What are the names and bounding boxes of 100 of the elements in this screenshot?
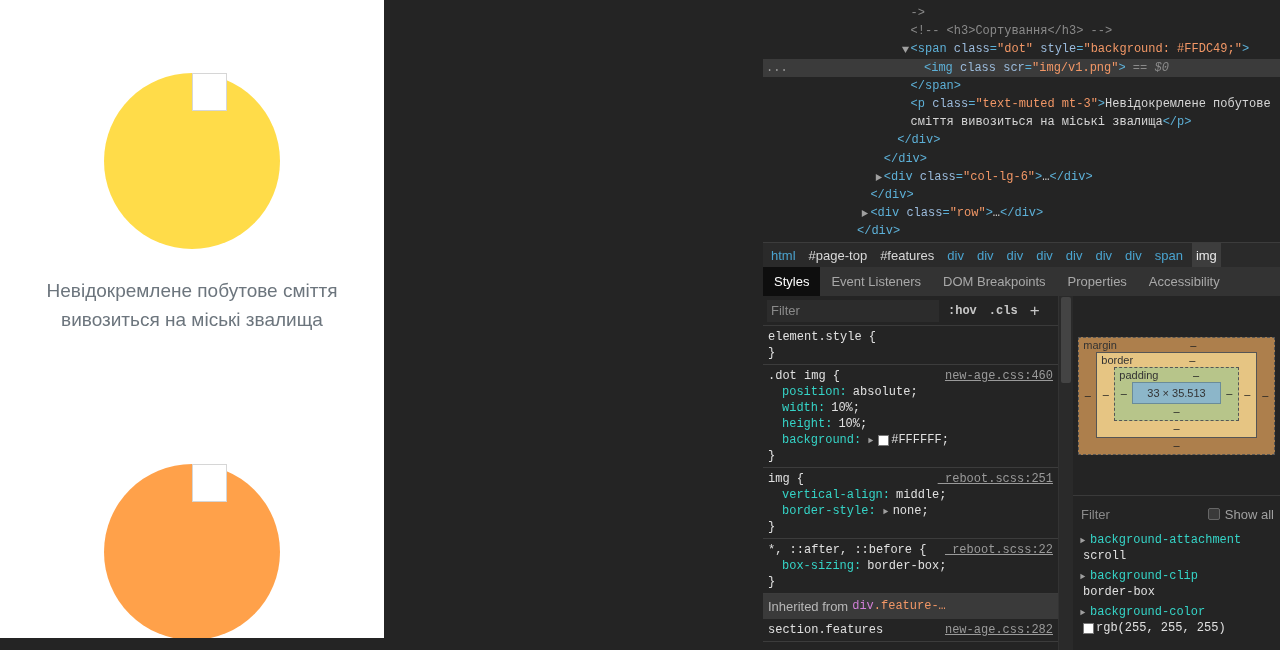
css-value: absolute; — [852, 384, 918, 400]
dom-tree-row[interactable]: <span class="dot" style="background: #FFDC49;"> — [763, 40, 1280, 59]
tab[interactable]: DOM Breakpoints — [932, 267, 1057, 296]
breadcrumb-item[interactable]: div — [1032, 243, 1057, 267]
breadcrumb-item[interactable]: #features — [876, 243, 939, 267]
breadcrumb-item[interactable]: div — [943, 243, 968, 267]
box-value: – — [1083, 387, 1092, 403]
html-code-line: <!-- <h3>Сортування</h3> --> — [910, 23, 1114, 41]
closing-brace: } — [768, 520, 776, 534]
dom-tree-row[interactable]: <p class="text-muted mt-3">Невідокремлене побутове сміття вивозиться на міські звалища</p> — [763, 95, 1280, 132]
css-value: none; — [892, 503, 929, 519]
dom-tree-row[interactable]: </div> — [763, 149, 1280, 168]
source-link[interactable]: _reboot.scss:22 — [944, 542, 1053, 558]
dom-tree-row[interactable]: <div class="row">…</div> — [763, 204, 1280, 223]
css-value: 10%; — [838, 416, 868, 432]
closing-brace: } — [768, 575, 776, 589]
html-code-line: <span class="dot" style="background: #FFDC49;"> — [910, 41, 1251, 59]
cls-toggle[interactable]: .cls — [985, 303, 1021, 318]
hov-toggle[interactable]: :hov — [945, 303, 980, 318]
closing-brace: } — [768, 449, 776, 463]
css-value: #FFFFFF; — [891, 432, 949, 448]
breadcrumb-item[interactable]: html — [767, 243, 800, 267]
css-value: middle; — [896, 487, 947, 503]
dom-tree-row[interactable]: </span> — [763, 76, 1280, 95]
source-link[interactable]: new-age.css:282 — [944, 622, 1053, 638]
new-rule-button[interactable]: + — [1026, 300, 1043, 321]
image-placeholder — [192, 73, 227, 111]
breadcrumb-item[interactable]: div — [1061, 243, 1087, 267]
scrollbar[interactable] — [1058, 296, 1073, 650]
tab[interactable]: Event Listeners — [820, 267, 932, 296]
expand-triangle-icon[interactable] — [881, 507, 889, 515]
computed-value: rgb(255, 255, 255) — [1096, 620, 1226, 636]
html-code-line: <img class scr="img/v1.png"> == $0 — [924, 59, 1170, 77]
computed-property: background-color — [1090, 604, 1206, 620]
breadcrumb-item[interactable]: div — [972, 243, 998, 267]
breadcrumb-item[interactable]: div — [1002, 243, 1028, 267]
css-property: border-style: — [782, 503, 876, 519]
tab[interactable]: Styles — [763, 267, 821, 296]
more-dots[interactable]: ... — [763, 58, 788, 77]
box-value: – — [1225, 385, 1234, 401]
css-selector: img { — [768, 471, 804, 487]
box-label: border — [1101, 353, 1134, 366]
tab[interactable]: Properties — [1056, 267, 1138, 296]
css-value: border-box; — [867, 558, 947, 574]
dom-tree-row[interactable]: </div> — [763, 186, 1280, 205]
expanded-triangle-icon[interactable] — [900, 45, 910, 55]
css-property: position: — [782, 384, 847, 400]
tab[interactable]: Accessibility — [1137, 267, 1231, 296]
filter-field[interactable]: Filter — [767, 299, 939, 322]
html-code-line: <p class="text-muted mt-3">Невідокремлене побутове сміття вивозиться на міські звалища</p> — [910, 96, 1272, 132]
css-selector: section.features — [768, 622, 884, 638]
box-value: – — [1189, 338, 1198, 351]
css-value: 10%; — [831, 400, 861, 416]
breadcrumb-item[interactable]: div — [1121, 243, 1146, 267]
computed-property: background-attachment — [1090, 532, 1242, 548]
content-size: 33 × 35.513 — [1132, 381, 1221, 404]
expand-triangle-icon[interactable] — [1079, 536, 1086, 544]
checkbox[interactable] — [1207, 508, 1220, 520]
expand-triangle-icon[interactable] — [867, 436, 875, 444]
css-property: background: — [782, 432, 862, 448]
box-value: – — [1172, 420, 1181, 436]
source-link[interactable]: new-age.css:460 — [944, 368, 1053, 384]
html-code-line: </div> — [897, 132, 942, 150]
computed-filter-field[interactable]: Filter — [1079, 502, 1189, 526]
closing-brace: } — [768, 346, 776, 360]
html-code-line: <div class="col-lg-6">…</div> — [883, 168, 1094, 186]
source-link[interactable]: _reboot.scss:251 — [937, 471, 1053, 487]
box-value: – — [1172, 403, 1181, 419]
box-value: – — [1192, 368, 1201, 381]
breadcrumb-item[interactable]: #page-top — [804, 243, 872, 267]
breadcrumb-item[interactable]: img — [1191, 243, 1221, 267]
css-property: width: — [782, 400, 826, 416]
css-selector: .dot img { — [768, 368, 840, 384]
html-code-line: </div> — [857, 223, 902, 241]
box-value: – — [1119, 385, 1128, 401]
collapsed-triangle-icon[interactable] — [873, 172, 883, 182]
inherited-label: Inherited from — [768, 599, 849, 614]
css-property: height: — [782, 416, 833, 432]
color-swatch[interactable] — [878, 434, 890, 446]
feature-caption: Невідокремлене побутове сміття вивозиться на міські звалища — [45, 279, 339, 332]
box-value: – — [1101, 386, 1110, 402]
dom-tree-row[interactable]: </div> — [763, 222, 1280, 241]
box-value: – — [1188, 353, 1197, 366]
computed-property: background-clip — [1090, 568, 1199, 584]
collapsed-triangle-icon[interactable] — [860, 209, 870, 219]
checkbox-label: Show all — [1224, 506, 1274, 522]
html-code-line: </span> — [910, 77, 962, 95]
breadcrumb-item[interactable]: span — [1150, 243, 1187, 267]
dom-tree-row[interactable]: -> — [763, 4, 1280, 23]
html-code-line: <div class="row">…</div> — [870, 205, 1045, 223]
dom-tree-row[interactable]: ... <img class scr="img/v1.png"> == $0 — [763, 58, 1280, 77]
expand-triangle-icon[interactable] — [1079, 608, 1086, 616]
image-placeholder — [192, 464, 227, 502]
css-property: vertical-align: — [782, 487, 891, 503]
dom-tree-row[interactable]: </div> — [763, 131, 1280, 150]
dom-tree-row[interactable]: <!-- <h3>Сортування</h3> --> — [763, 22, 1280, 41]
breadcrumb-item[interactable]: div — [1091, 243, 1117, 267]
dom-tree-row[interactable]: <div class="col-lg-6">…</div> — [763, 167, 1280, 187]
inherited-element[interactable]: div.feature-… — [852, 599, 946, 614]
expand-triangle-icon[interactable] — [1079, 572, 1086, 580]
